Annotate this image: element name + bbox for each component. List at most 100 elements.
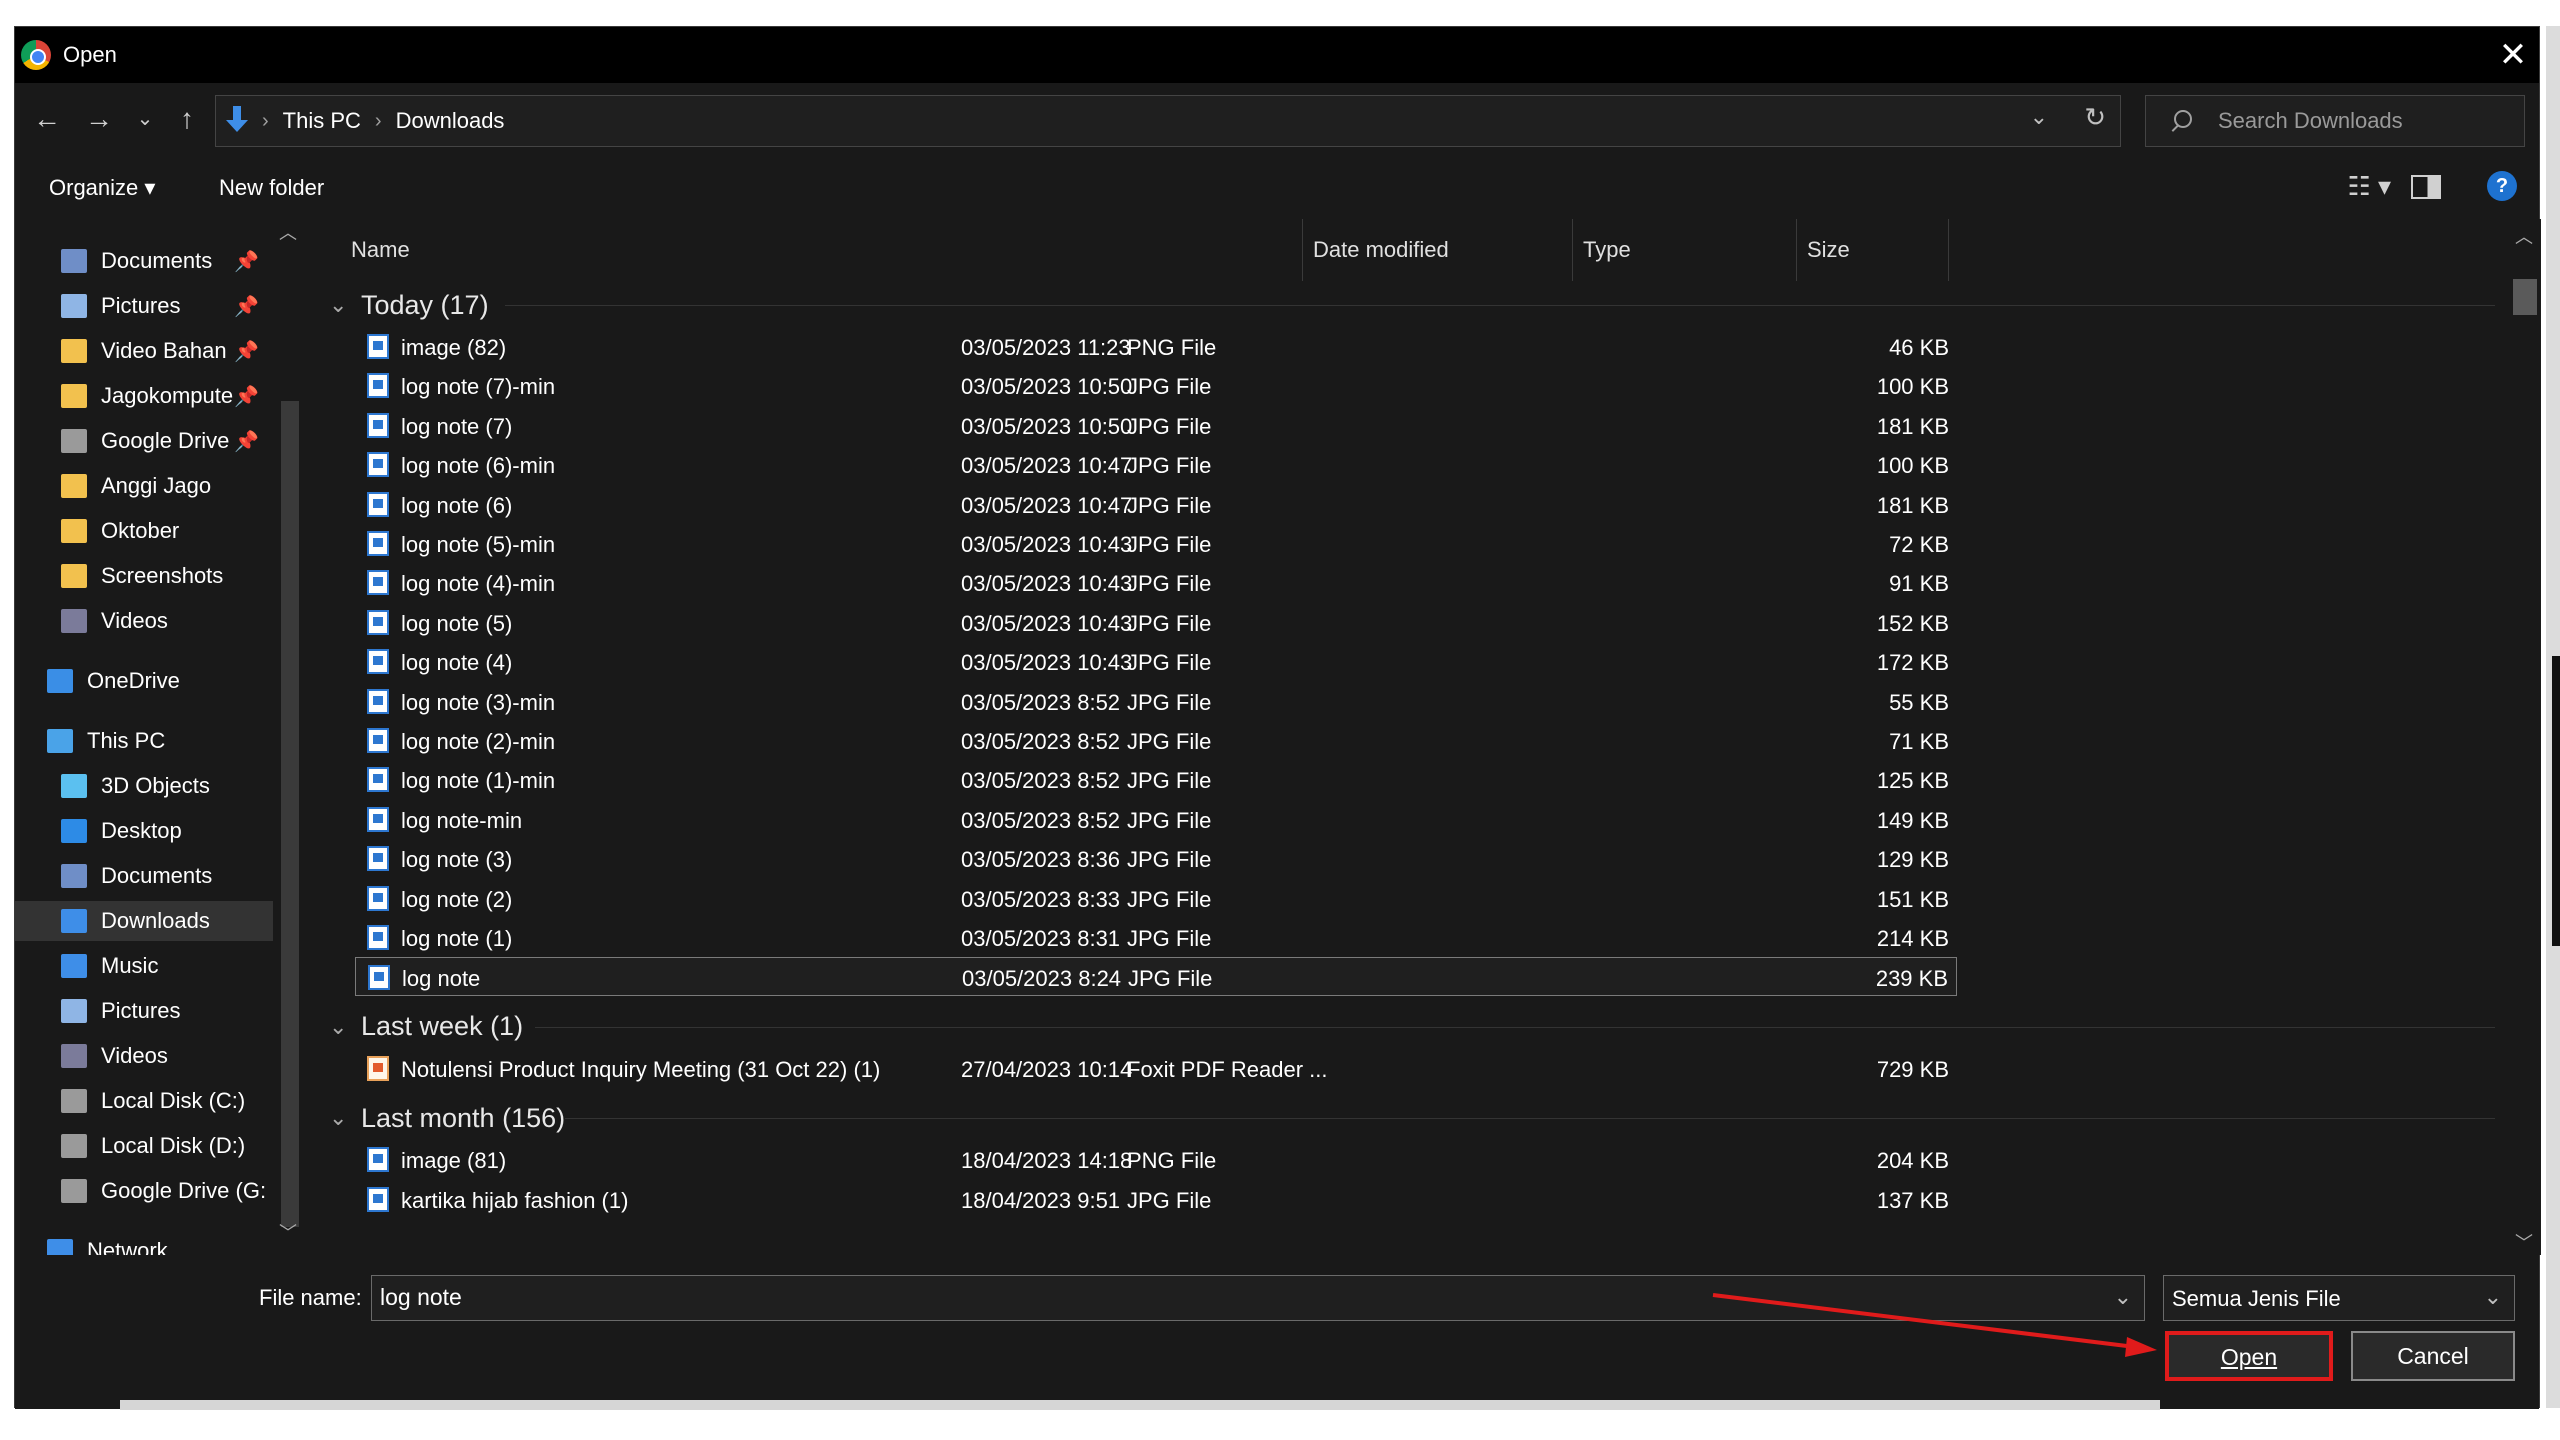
file-name: kartika hijab fashion (1) (401, 1187, 629, 1213)
column-header-size[interactable]: Size (1797, 219, 1949, 281)
file-row[interactable]: log note (6)-min 03/05/2023 10:47 JPG File… (355, 445, 1957, 484)
sidebar-item-local-disk-d[interactable]: Local Disk (D:) (15, 1126, 273, 1166)
sidebar-item-onedrive[interactable]: OneDrive (15, 661, 273, 701)
collapse-chevron-icon[interactable]: ⌄ (329, 292, 349, 318)
help-icon[interactable]: ? (2487, 171, 2517, 201)
file-row[interactable]: log note (1) 03/05/2023 8:31 JPG File 214 K… (355, 918, 1957, 957)
file-row[interactable]: log note (2) 03/05/2023 8:33 JPG File 151 K… (355, 879, 1957, 918)
horizontal-scrollbar[interactable] (120, 1400, 2160, 1410)
refresh-icon[interactable]: ↻ (2084, 102, 2106, 133)
sidebar-item-pictures[interactable]: Pictures (15, 991, 273, 1031)
image-file-icon (367, 846, 389, 872)
file-type-select[interactable]: Semua Jenis File ⌄ (2163, 1275, 2515, 1321)
sidebar-item-video-bahan[interactable]: Video Bahan 📌 (15, 331, 273, 371)
scrollbar-thumb[interactable] (2513, 279, 2537, 315)
file-row[interactable]: log note (4) 03/05/2023 10:43 JPG File 172 … (355, 642, 1957, 681)
file-row[interactable]: log note (5)-min 03/05/2023 10:43 JPG File… (355, 524, 1957, 563)
address-dropdown-chevron-icon[interactable]: ⌄ (2030, 104, 2048, 130)
sidebar-item-this-pc[interactable]: This PC (15, 721, 273, 761)
search-box[interactable] (2145, 95, 2525, 147)
file-name-field[interactable]: ⌄ (371, 1275, 2145, 1321)
file-row[interactable]: kartika hijab fashion (1) 18/04/2023 9:51… (355, 1180, 1957, 1219)
file-row[interactable]: log note (1)-min 03/05/2023 8:52 JPG File 1… (355, 760, 1957, 799)
close-icon[interactable]: ✕ (2493, 35, 2533, 75)
file-row[interactable]: log note (3) 03/05/2023 8:36 JPG File 129 K… (355, 839, 1957, 878)
up-arrow-icon[interactable]: ↑ (169, 101, 205, 137)
address-bar[interactable]: › This PC › Downloads ⌄ ↻ (215, 95, 2121, 147)
sidebar-item-google-drive-g[interactable]: Google Drive (G: (15, 1171, 273, 1211)
sidebar-item-documents[interactable]: Documents 📌 (15, 241, 273, 281)
drive-icon (61, 429, 87, 453)
sidebar-scrollbar-thumb[interactable] (281, 401, 299, 1227)
open-button[interactable]: Open (2165, 1331, 2333, 1381)
file-name-dropdown-chevron-icon[interactable]: ⌄ (2114, 1284, 2132, 1310)
sidebar-item-3d-objects[interactable]: 3D Objects (15, 766, 273, 806)
sidebar-item-music[interactable]: Music (15, 946, 273, 986)
sidebar-item-network[interactable]: Network (15, 1231, 273, 1255)
sidebar-item-label: Videos (101, 608, 168, 633)
file-date-modified: 18/04/2023 9:51 (961, 1187, 1121, 1213)
sidebar-item-anggi-jago[interactable]: Anggi Jago (15, 466, 273, 506)
column-header-name[interactable]: Name (315, 219, 1303, 281)
sidebar-scroll-down-icon[interactable]: ﹀ (279, 1219, 297, 1245)
sidebar-item-label: Local Disk (D:) (101, 1133, 246, 1158)
image-file-icon (367, 491, 389, 517)
sidebar-scroll-up-icon[interactable]: ︿ (279, 219, 297, 245)
scroll-down-icon[interactable]: ﹀ (2515, 1229, 2533, 1255)
sidebar-item-downloads[interactable]: Downloads (15, 901, 273, 941)
file-row[interactable]: log note 03/05/2023 8:24 JPG File 239 KB (355, 957, 1957, 997)
file-name: log note (1)-min (401, 768, 556, 794)
breadcrumb-this-pc[interactable]: This PC (283, 108, 361, 134)
sidebar-item-screenshots[interactable]: Screenshots (15, 556, 273, 596)
file-row[interactable]: log note (4)-min 03/05/2023 10:43 JPG File… (355, 563, 1957, 602)
file-row[interactable]: log note (5) 03/05/2023 10:43 JPG File 152 … (355, 603, 1957, 642)
file-list-scrollbar[interactable]: ︿ ﹀ (2507, 219, 2541, 1255)
sidebar-item-jagokompute[interactable]: Jagokompute 📌 (15, 376, 273, 416)
pin-icon: 📌 (234, 431, 259, 453)
sidebar-item-videos[interactable]: Videos (15, 1036, 273, 1076)
group-header[interactable]: ⌄ Today (17) (315, 285, 489, 325)
file-name-input[interactable] (380, 1284, 2080, 1311)
new-folder-button[interactable]: New folder (219, 175, 324, 201)
breadcrumb-downloads[interactable]: Downloads (396, 108, 505, 134)
view-options-icon[interactable]: ☷ ▾ (2347, 171, 2391, 202)
sidebar-item-desktop[interactable]: Desktop (15, 811, 273, 851)
file-row[interactable]: log note-min 03/05/2023 8:52 JPG File 149 K… (355, 800, 1957, 839)
file-row[interactable]: log note (7) 03/05/2023 10:50 JPG File 181 … (355, 406, 1957, 445)
file-row[interactable]: image (82) 03/05/2023 11:23 PNG File 46 KB (355, 327, 1957, 366)
sidebar-item-videos[interactable]: Videos (15, 601, 273, 641)
recent-locations-chevron-icon[interactable]: ⌄ (133, 101, 157, 137)
file-date-modified: 03/05/2023 10:43 (961, 650, 1133, 676)
scroll-up-icon[interactable]: ︿ (2515, 223, 2533, 249)
file-size: 71 KB (1889, 729, 1949, 754)
group-header[interactable]: ⌄ Last month (156) (315, 1098, 565, 1138)
organize-button[interactable]: Organize ▾ (49, 175, 155, 201)
file-row[interactable]: log note (3)-min 03/05/2023 8:52 JPG File 5… (355, 682, 1957, 721)
image-file-icon (367, 1186, 389, 1212)
sidebar-item-oktober[interactable]: Oktober (15, 511, 273, 551)
preview-pane-icon[interactable] (2411, 175, 2441, 199)
search-input[interactable] (2218, 108, 2518, 134)
sidebar-item-documents[interactable]: Documents (15, 856, 273, 896)
file-row[interactable]: log note (2)-min 03/05/2023 8:52 JPG File 7… (355, 721, 1957, 760)
collapse-chevron-icon[interactable]: ⌄ (329, 1105, 349, 1131)
file-row[interactable]: image (81) 18/04/2023 14:18 PNG File 204 KB (355, 1140, 1957, 1179)
file-type: JPG File (1127, 768, 1212, 794)
forward-arrow-icon[interactable]: → (81, 101, 117, 137)
cancel-button[interactable]: Cancel (2351, 1331, 2515, 1381)
sidebar-item-local-disk-c[interactable]: Local Disk (C:) (15, 1081, 273, 1121)
sidebar-item-google-drive[interactable]: Google Drive 📌 (15, 421, 273, 461)
file-row[interactable]: Notulensi Product Inquiry Meeting (31 Oc… (355, 1049, 1957, 1088)
group-header[interactable]: ⌄ Last week (1) (315, 1007, 523, 1047)
sidebar-item-pictures[interactable]: Pictures 📌 (15, 286, 273, 326)
dialog-footer: File name: ⌄ Semua Jenis File ⌄ Open Can… (15, 1255, 2539, 1409)
column-header-type[interactable]: Type (1573, 219, 1797, 281)
back-arrow-icon[interactable]: ← (29, 101, 65, 137)
file-size: 72 KB (1889, 532, 1949, 557)
chrome-icon (21, 40, 51, 70)
file-size: 172 KB (1876, 650, 1949, 676)
file-row[interactable]: log note (7)-min 03/05/2023 10:50 JPG File… (355, 366, 1957, 405)
collapse-chevron-icon[interactable]: ⌄ (329, 1014, 349, 1040)
column-header-date-modified[interactable]: Date modified (1303, 219, 1573, 281)
file-row[interactable]: log note (6) 03/05/2023 10:47 JPG File 181 … (355, 485, 1957, 524)
